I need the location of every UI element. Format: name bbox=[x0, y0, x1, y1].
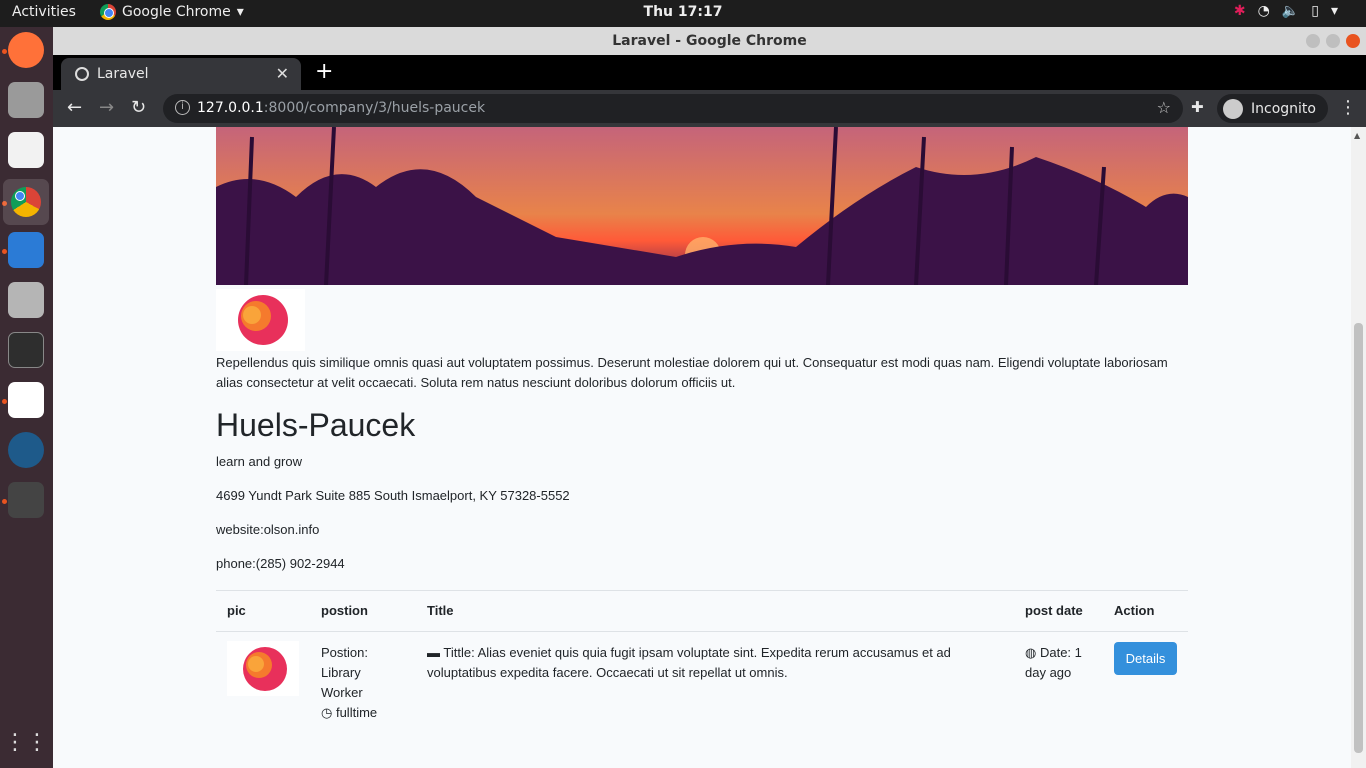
job-type: ◷ fulltime bbox=[321, 703, 401, 723]
globe-icon bbox=[75, 67, 89, 81]
bird-app-icon[interactable] bbox=[8, 482, 44, 518]
running-indicator bbox=[2, 499, 7, 504]
header-action: Action bbox=[1114, 603, 1155, 618]
chevron-down-icon: ▾ bbox=[1330, 3, 1338, 19]
cover-image bbox=[216, 127, 1188, 285]
maximize-button[interactable] bbox=[1326, 34, 1340, 48]
tab-label: Laravel bbox=[97, 66, 149, 82]
lion-logo-icon bbox=[243, 647, 287, 691]
table-header-border bbox=[216, 631, 1188, 632]
extensions-puzzle-icon[interactable]: ✚ bbox=[1191, 98, 1204, 116]
position-label: Postion: bbox=[321, 645, 368, 660]
header-pic: pic bbox=[227, 603, 246, 618]
scroll-up-arrow[interactable]: ▲ bbox=[1354, 131, 1360, 140]
briefcase-icon: ▬ bbox=[427, 645, 440, 660]
close-tab-icon[interactable]: ✕ bbox=[276, 64, 289, 83]
scrollbar-thumb[interactable] bbox=[1354, 323, 1363, 753]
header-post-date: post date bbox=[1025, 603, 1083, 618]
date-line-2: day ago bbox=[1025, 665, 1072, 680]
window-title: Laravel - Google Chrome bbox=[612, 33, 807, 49]
company-logo bbox=[216, 289, 305, 351]
running-indicator bbox=[2, 49, 7, 54]
minimize-button[interactable] bbox=[1306, 34, 1320, 48]
job-row-logo bbox=[227, 641, 299, 696]
gnome-top-bar: Activities Google Chrome ▾ Thu 17:17 ✱ ◔… bbox=[0, 0, 1366, 27]
window-titlebar: Laravel - Google Chrome bbox=[53, 27, 1366, 55]
page-scrollbar[interactable]: ▲ bbox=[1351, 127, 1366, 768]
clock[interactable]: Thu 17:17 bbox=[0, 4, 1366, 20]
details-button[interactable]: Details bbox=[1114, 642, 1177, 675]
dock: ⋮⋮ bbox=[0, 27, 53, 768]
company-description: Repellendus quis similique omnis quasi a… bbox=[216, 355, 1168, 390]
teamviewer-icon[interactable] bbox=[8, 432, 44, 468]
company-website: website:olson.info bbox=[216, 522, 320, 537]
company-phone: phone:(285) 902-2944 bbox=[216, 556, 345, 571]
browser-toolbar: ← → ↻ i 127.0.0.1:8000/company/3/huels-p… bbox=[53, 90, 1366, 127]
slack-tray-icon[interactable]: ✱ bbox=[1234, 3, 1246, 19]
date-line-1: Date: 1 bbox=[1039, 645, 1082, 660]
company-slogan: learn and grow bbox=[216, 454, 302, 469]
url-host: 127.0.0.1 bbox=[197, 100, 264, 116]
bookmark-star-icon[interactable]: ☆ bbox=[1157, 98, 1171, 117]
volume-icon: 🔈 bbox=[1281, 3, 1300, 19]
firefox-icon[interactable] bbox=[8, 32, 44, 68]
company-address: 4699 Yundt Park Suite 885 South Ismaelpo… bbox=[216, 488, 570, 503]
palm-trees-silhouette bbox=[216, 127, 1188, 285]
new-tab-button[interactable]: + bbox=[315, 59, 333, 84]
job-title-cell: ▬ Tittle: Alias eveniet quis quia fugit … bbox=[427, 643, 987, 683]
address-bar[interactable]: i 127.0.0.1:8000/company/3/huels-paucek … bbox=[163, 94, 1183, 123]
running-indicator bbox=[2, 249, 7, 254]
screenshot-icon[interactable] bbox=[8, 282, 44, 318]
slack-icon[interactable] bbox=[8, 382, 44, 418]
site-info-icon[interactable]: i bbox=[175, 100, 190, 115]
position-line-1: Library bbox=[321, 665, 361, 680]
close-window-button[interactable] bbox=[1346, 34, 1360, 48]
header-position: postion bbox=[321, 603, 368, 618]
tab-strip: Laravel ✕ + bbox=[53, 55, 1366, 90]
incognito-indicator[interactable]: Incognito bbox=[1217, 94, 1328, 123]
wifi-icon: ◔ bbox=[1257, 3, 1270, 19]
show-applications-icon[interactable]: ⋮⋮ bbox=[4, 724, 48, 760]
running-indicator bbox=[2, 399, 7, 404]
clock-icon: ◷ bbox=[321, 705, 333, 720]
forward-button[interactable]: → bbox=[99, 97, 114, 118]
job-title-text: Tittle: Alias eveniet quis quia fugit ip… bbox=[427, 645, 951, 680]
files-icon[interactable] bbox=[8, 82, 44, 118]
battery-icon: ▯ bbox=[1311, 3, 1319, 19]
job-date-cell: ◍ Date: 1 day ago bbox=[1025, 643, 1105, 683]
chrome-dock-icon[interactable] bbox=[3, 179, 49, 225]
reload-button[interactable]: ↻ bbox=[131, 97, 146, 118]
vscode-icon[interactable] bbox=[8, 232, 44, 268]
chrome-icon bbox=[11, 187, 41, 217]
lion-logo-icon bbox=[238, 295, 288, 345]
page-viewport: Repellendus quis similique omnis quasi a… bbox=[53, 127, 1351, 768]
position-line-2: Worker bbox=[321, 685, 363, 700]
text-editor-icon[interactable] bbox=[8, 132, 44, 168]
job-position-cell: Postion: Library Worker ◷ fulltime bbox=[321, 643, 401, 723]
window-controls bbox=[1306, 34, 1360, 48]
chrome-menu-icon[interactable]: ⋮ bbox=[1339, 97, 1357, 118]
company-name: Huels-Paucek bbox=[216, 407, 416, 443]
tab-laravel[interactable]: Laravel ✕ bbox=[61, 58, 301, 90]
back-button[interactable]: ← bbox=[67, 97, 82, 118]
url-path: :8000/company/3/huels-paucek bbox=[263, 100, 486, 116]
job-type-label: fulltime bbox=[335, 705, 378, 720]
table-top-border bbox=[216, 590, 1188, 591]
header-title: Title bbox=[427, 603, 454, 618]
incognito-icon bbox=[1223, 98, 1243, 119]
incognito-label: Incognito bbox=[1251, 100, 1316, 117]
terminal-icon[interactable] bbox=[8, 332, 44, 368]
globe-icon: ◍ bbox=[1025, 645, 1037, 660]
system-tray[interactable]: ✱ ◔ 🔈 ▯ ▾ bbox=[1234, 3, 1338, 19]
url-text: 127.0.0.1:8000/company/3/huels-paucek bbox=[197, 100, 485, 116]
